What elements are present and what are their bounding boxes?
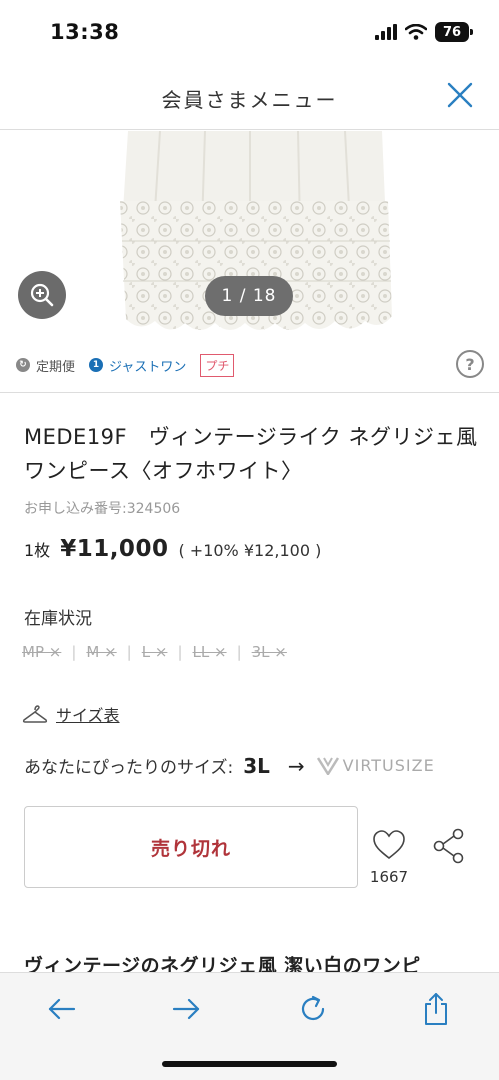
badge-just-one-label: ジャストワン xyxy=(109,359,187,375)
status-icons: 76 xyxy=(375,22,473,42)
product-title: MEDE19F ヴィンテージライク ネグリジェ風ワンピース〈オフホワイト〉 xyxy=(24,425,478,483)
header: 会員さまメニュー xyxy=(0,64,499,130)
stock-separator: | xyxy=(236,643,242,661)
virtusize-logo: VIRTUSIZE xyxy=(316,756,435,775)
divider xyxy=(0,392,499,393)
stock-separator: | xyxy=(71,643,77,661)
hanger-icon xyxy=(22,705,48,723)
image-page-counter: 1 / 18 xyxy=(205,276,293,316)
stock-item: 3L × xyxy=(251,643,287,661)
back-button[interactable] xyxy=(42,989,82,1029)
reload-button[interactable] xyxy=(293,989,333,1029)
order-number: お申し込み番号:324506 xyxy=(24,501,181,517)
repeat-icon: ↻ xyxy=(16,358,30,372)
browser-toolbar xyxy=(0,972,499,1080)
signal-icon xyxy=(375,24,397,40)
stock-separator: | xyxy=(177,643,183,661)
badge-just-one: 1 ジャストワン xyxy=(89,356,186,375)
arrow-right-icon: → xyxy=(287,753,305,778)
share-icon[interactable] xyxy=(432,828,466,864)
fit-size: 3L xyxy=(243,753,270,778)
badge-teiki: ↻ 定期便 xyxy=(16,356,75,375)
heart-icon xyxy=(373,830,405,860)
close-icon[interactable] xyxy=(445,80,475,110)
quantity-unit: 1枚 xyxy=(24,541,51,560)
page-title: 会員さまメニュー xyxy=(161,88,338,112)
forward-button[interactable] xyxy=(166,989,206,1029)
fit-label: あなたにぴったりのサイズ: xyxy=(24,758,234,778)
virtusize-label: VIRTUSIZE xyxy=(342,756,435,775)
zoom-button[interactable] xyxy=(18,271,66,319)
price: ¥11,000 xyxy=(60,536,169,562)
service-badges: ↻ 定期便 1 ジャストワン プチ ? xyxy=(16,348,484,382)
product-image-gallery[interactable]: 1 / 18 xyxy=(0,131,499,341)
stock-item: MP × xyxy=(22,643,62,661)
badge-teiki-label: 定期便 xyxy=(36,359,76,375)
stock-item: M × xyxy=(86,643,117,661)
wifi-icon xyxy=(405,24,427,40)
status-time: 13:38 xyxy=(50,20,120,44)
reload-icon xyxy=(301,995,325,1021)
stock-item: L × xyxy=(141,643,168,661)
arrow-right-icon xyxy=(172,998,200,1020)
badge-petit: プチ xyxy=(200,353,235,377)
size-chart-label: サイズ表 xyxy=(56,706,120,725)
share-page-button[interactable] xyxy=(416,989,456,1029)
one-icon: 1 xyxy=(89,358,104,372)
stock-status-list: MP × | M × | L × | LL × | 3L × xyxy=(16,643,293,661)
price-row: 1枚 ¥11,000 ( +10% ¥12,100 ) xyxy=(24,536,321,562)
fit-recommendation[interactable]: あなたにぴったりのサイズ: 3L → VIRTUSIZE xyxy=(24,753,435,779)
home-indicator xyxy=(162,1061,337,1067)
stock-item: LL × xyxy=(192,643,227,661)
size-chart-link[interactable]: サイズ表 xyxy=(22,702,120,726)
stock-separator: | xyxy=(126,643,132,661)
battery-indicator: 76 xyxy=(435,22,473,42)
sold-out-button[interactable]: 売り切れ xyxy=(24,806,358,888)
virtusize-mark-icon xyxy=(316,756,339,775)
zoom-in-icon xyxy=(30,283,54,307)
app-page: 13:38 76 会員さまメニュー 1 / 18 ↻ 定期便 1 ジャストワン … xyxy=(0,0,499,1080)
help-icon[interactable]: ? xyxy=(456,350,484,378)
status-bar: 13:38 76 xyxy=(0,0,499,64)
favorite-count: 1667 xyxy=(369,868,409,886)
stock-status-title: 在庫状況 xyxy=(24,609,92,629)
price-with-tax: ( +10% ¥12,100 ) xyxy=(178,541,322,560)
favorite-button[interactable] xyxy=(366,830,412,864)
arrow-left-icon xyxy=(48,998,76,1020)
share-upload-icon xyxy=(425,993,447,1025)
